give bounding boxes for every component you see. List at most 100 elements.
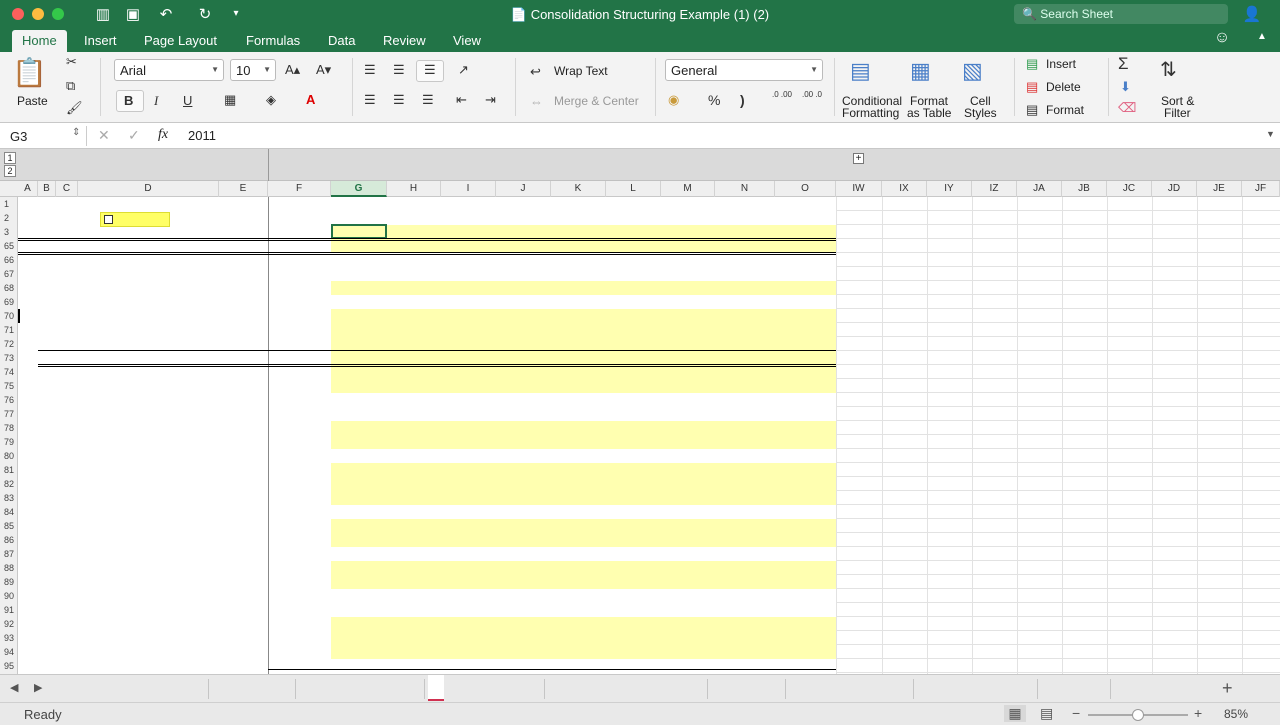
expand-group-icon[interactable]: + — [853, 153, 864, 164]
cell-value[interactable] — [441, 323, 492, 337]
cell-value[interactable] — [496, 351, 547, 365]
cell-value[interactable] — [387, 239, 437, 253]
column-header-m[interactable]: M — [661, 181, 715, 197]
cell-value[interactable] — [606, 281, 657, 295]
cell-value[interactable] — [715, 575, 771, 589]
cell-value[interactable] — [496, 617, 547, 631]
cell-value[interactable] — [551, 225, 602, 239]
cell-value[interactable] — [441, 533, 492, 547]
column-header-c[interactable]: C — [56, 181, 78, 197]
column-header-l[interactable]: L — [606, 181, 661, 197]
cell-value[interactable] — [775, 491, 832, 505]
row-number[interactable]: 70 — [0, 309, 18, 323]
row-number[interactable]: 82 — [0, 477, 18, 491]
cell-value[interactable] — [715, 323, 771, 337]
cell-value[interactable] — [661, 281, 711, 295]
percent-button[interactable]: % — [708, 92, 720, 108]
increase-indent-icon[interactable]: ⇥ — [485, 92, 496, 108]
cell-value[interactable] — [715, 225, 771, 239]
autosum-icon[interactable]: Σ — [1118, 54, 1129, 74]
fill-icon[interactable]: ⬇ — [1120, 79, 1131, 95]
cell-value[interactable] — [387, 519, 437, 533]
cell-value[interactable] — [715, 365, 771, 379]
column-header-ja[interactable]: JA — [1017, 181, 1062, 197]
cell-value[interactable] — [496, 575, 547, 589]
column-header-jd[interactable]: JD — [1152, 181, 1197, 197]
align-center-icon[interactable]: ☰ — [393, 92, 405, 108]
orientation-icon[interactable]: ↗ — [458, 62, 469, 78]
wrap-text-button[interactable]: Wrap Text — [554, 64, 608, 78]
row-number[interactable]: 90 — [0, 589, 18, 603]
cell-value[interactable] — [551, 421, 602, 435]
cell-value[interactable] — [775, 533, 832, 547]
cell-value[interactable] — [551, 519, 602, 533]
worksheet-grid[interactable] — [18, 197, 1280, 674]
cell-value[interactable] — [331, 617, 383, 631]
number-format-select[interactable]: General ▼ — [665, 59, 823, 81]
row-number[interactable]: 72 — [0, 337, 18, 351]
column-header-k[interactable]: K — [551, 181, 606, 197]
cell-value[interactable] — [441, 309, 492, 323]
cell-value[interactable] — [441, 477, 492, 491]
page-layout-view-icon[interactable]: ▤ — [1040, 705, 1053, 722]
row-number[interactable]: 79 — [0, 435, 18, 449]
cell-value[interactable] — [775, 631, 832, 645]
normal-view-icon[interactable]: ▦ — [1004, 705, 1026, 722]
row-number[interactable]: 1 — [0, 197, 18, 211]
cell-value[interactable] — [387, 309, 437, 323]
cell-value[interactable] — [661, 491, 711, 505]
row-number[interactable]: 78 — [0, 421, 18, 435]
cell-value[interactable] — [606, 631, 657, 645]
cell-value[interactable] — [387, 477, 437, 491]
row-number[interactable]: 68 — [0, 281, 18, 295]
cell-value[interactable] — [441, 631, 492, 645]
cell-value[interactable] — [331, 491, 383, 505]
cell-value[interactable] — [496, 519, 547, 533]
cell-value[interactable] — [387, 351, 437, 365]
next-sheet-icon[interactable]: ▶ — [34, 681, 42, 694]
cell-styles-label-2[interactable]: Styles — [964, 106, 997, 120]
cell-value[interactable] — [441, 337, 492, 351]
cell-value[interactable] — [551, 645, 602, 659]
cell-value[interactable] — [715, 435, 771, 449]
cell-value[interactable] — [606, 575, 657, 589]
cell-value[interactable] — [606, 337, 657, 351]
font-color-icon[interactable]: A — [306, 92, 315, 107]
cell-value[interactable] — [606, 477, 657, 491]
format-cells-button[interactable]: Format — [1046, 103, 1084, 117]
underline-button[interactable]: U — [183, 93, 192, 108]
cell-value[interactable] — [551, 281, 602, 295]
row-number[interactable]: 88 — [0, 561, 18, 575]
cell-value[interactable] — [331, 645, 383, 659]
cell-value[interactable] — [331, 463, 383, 477]
cell-value[interactable] — [661, 351, 711, 365]
delete-cells-button[interactable]: Delete — [1046, 80, 1081, 94]
cell-value[interactable] — [715, 561, 771, 575]
cell-value[interactable] — [606, 519, 657, 533]
cell-value[interactable] — [551, 491, 602, 505]
cell-value[interactable] — [661, 435, 711, 449]
cell-value[interactable] — [661, 561, 711, 575]
cell-value[interactable] — [775, 239, 832, 253]
font-name-select[interactable]: Arial ▼ — [114, 59, 224, 81]
cell-value[interactable] — [551, 309, 602, 323]
cell-value[interactable] — [661, 631, 711, 645]
column-header-d[interactable]: D — [78, 181, 219, 197]
row-number[interactable]: 83 — [0, 491, 18, 505]
currency-icon[interactable]: ◉ — [668, 92, 679, 108]
cell-value[interactable] — [551, 323, 602, 337]
cell-value[interactable] — [551, 337, 602, 351]
row-number[interactable]: 66 — [0, 253, 18, 267]
cell-value[interactable] — [387, 435, 437, 449]
cell-value[interactable] — [331, 365, 383, 379]
column-header-jc[interactable]: JC — [1107, 181, 1152, 197]
cell-value[interactable] — [775, 337, 832, 351]
cell-value[interactable] — [715, 421, 771, 435]
expand-formula-icon[interactable]: ▼ — [1266, 129, 1275, 139]
cell-value[interactable] — [606, 463, 657, 477]
merge-center-button[interactable]: Merge & Center — [554, 94, 639, 108]
row-number[interactable]: 3 — [0, 225, 18, 239]
cell-value[interactable] — [387, 281, 437, 295]
row-number[interactable]: 89 — [0, 575, 18, 589]
column-header-e[interactable]: E — [219, 181, 268, 197]
